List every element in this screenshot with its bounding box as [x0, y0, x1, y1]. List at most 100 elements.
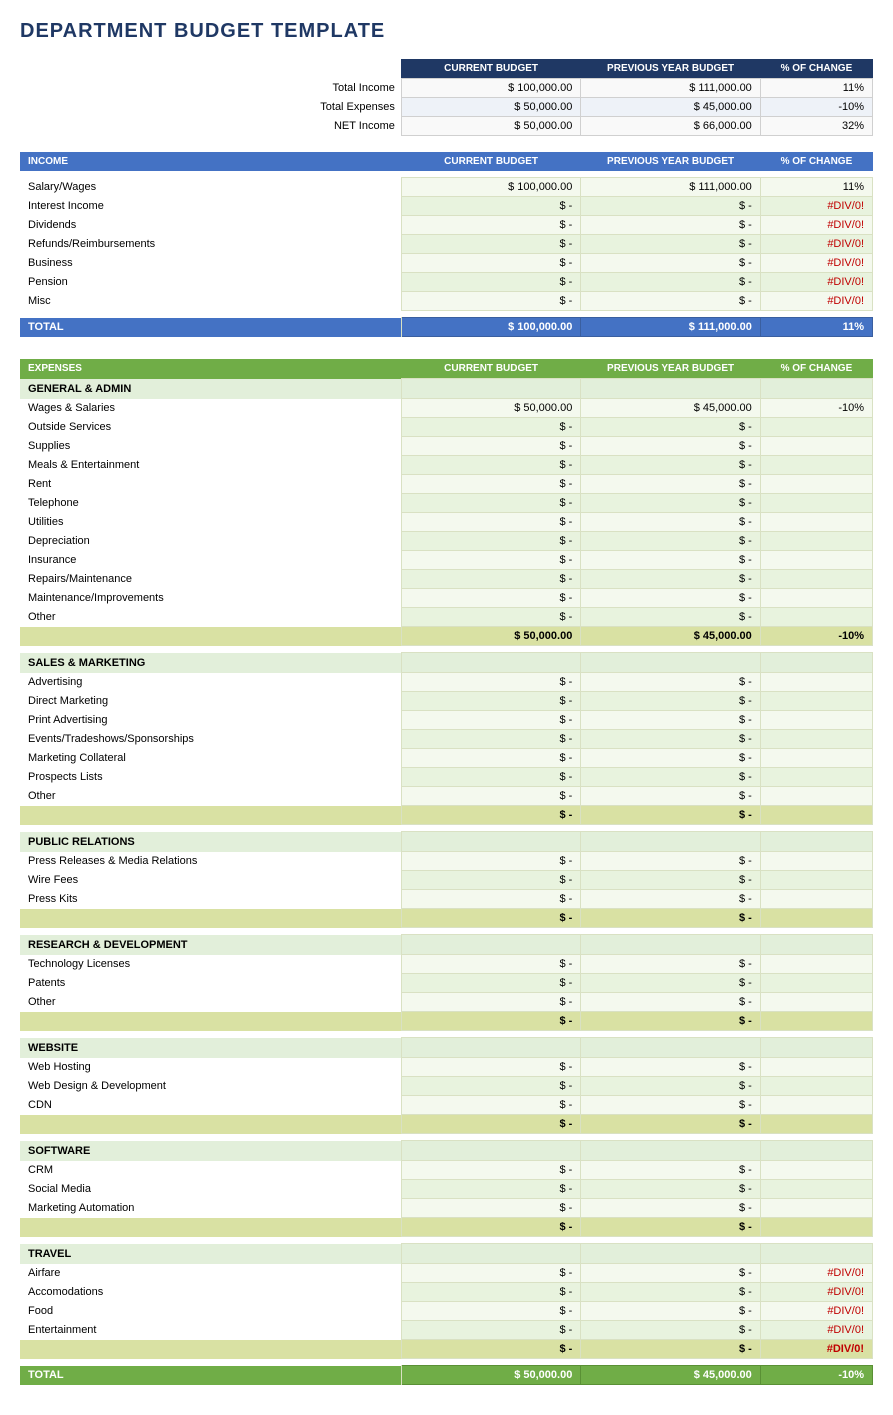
- income-header-change: % OF CHANGE: [760, 152, 872, 171]
- subsection-header-label: PUBLIC RELATIONS: [20, 832, 401, 852]
- summary-change: -10%: [760, 98, 872, 117]
- subsection-subtotal-current: $ -: [401, 1218, 580, 1237]
- expense-row-label: Marketing Collateral: [20, 749, 401, 768]
- subsection-subtotal-previous: $ -: [581, 1012, 760, 1031]
- expense-current: $ -: [401, 711, 580, 730]
- subsection-subtotal-label: [20, 1218, 401, 1237]
- subsection-subtotal-previous: $ -: [581, 909, 760, 928]
- expense-current: $ -: [401, 955, 580, 974]
- expense-previous: $ -: [581, 494, 760, 513]
- expense-change: [760, 1096, 872, 1115]
- subsection-subtotal-label: [20, 1115, 401, 1134]
- expense-current: $ -: [401, 1161, 580, 1180]
- expense-current: $ -: [401, 787, 580, 806]
- expense-row-label: Web Hosting: [20, 1058, 401, 1077]
- expense-change: [760, 1077, 872, 1096]
- income-previous: $ -: [581, 216, 760, 235]
- expense-current: $ -: [401, 513, 580, 532]
- expense-row-label: Utilities: [20, 513, 401, 532]
- expenses-header-change: % OF CHANGE: [760, 359, 872, 379]
- income-current: $ -: [401, 216, 580, 235]
- summary-previous: $ 45,000.00: [581, 98, 760, 117]
- expense-row-label: Wages & Salaries: [20, 399, 401, 418]
- summary-row-label: Total Expenses: [20, 98, 401, 117]
- expense-change: #DIV/0!: [760, 1302, 872, 1321]
- expense-current: $ -: [401, 852, 580, 871]
- income-section-header: INCOME: [20, 152, 401, 171]
- subsection-subtotal-label: [20, 627, 401, 646]
- expense-row-label: Other: [20, 993, 401, 1012]
- subsection-subtotal-current: $ -: [401, 1115, 580, 1134]
- expense-current: $ -: [401, 673, 580, 692]
- income-header-previous: PREVIOUS YEAR BUDGET: [581, 152, 760, 171]
- expense-previous: $ -: [581, 711, 760, 730]
- subsection-subtotal-previous: $ 45,000.00: [581, 627, 760, 646]
- income-change: #DIV/0!: [760, 197, 872, 216]
- summary-change: 32%: [760, 117, 872, 136]
- expenses-total-current: $ 50,000.00: [401, 1366, 580, 1385]
- expense-row-label: Print Advertising: [20, 711, 401, 730]
- expense-change: [760, 1180, 872, 1199]
- expense-row-label: Accomodations: [20, 1283, 401, 1302]
- expense-previous: $ -: [581, 955, 760, 974]
- expense-change: [760, 1199, 872, 1218]
- expense-current: $ -: [401, 1077, 580, 1096]
- expense-previous: $ -: [581, 749, 760, 768]
- expense-row-label: Other: [20, 608, 401, 627]
- summary-header-current: CURRENT BUDGET: [401, 59, 580, 79]
- summary-current: $ 50,000.00: [401, 117, 580, 136]
- expense-change: [760, 570, 872, 589]
- income-total-label: TOTAL: [20, 318, 401, 337]
- summary-row-label: NET Income: [20, 117, 401, 136]
- subsection-subtotal-previous: $ -: [581, 1218, 760, 1237]
- expense-current: $ -: [401, 1199, 580, 1218]
- income-row-label: Interest Income: [20, 197, 401, 216]
- expense-previous: $ -: [581, 1321, 760, 1340]
- expense-previous: $ -: [581, 673, 760, 692]
- expense-current: $ 50,000.00: [401, 399, 580, 418]
- expense-change: [760, 768, 872, 787]
- expense-previous: $ -: [581, 730, 760, 749]
- subsection-header-label: SOFTWARE: [20, 1141, 401, 1161]
- expense-current: $ -: [401, 1180, 580, 1199]
- income-row-label: Misc: [20, 292, 401, 311]
- subsection-subtotal-change: [760, 806, 872, 825]
- subsection-header-label: RESEARCH & DEVELOPMENT: [20, 935, 401, 955]
- expense-change: [760, 1161, 872, 1180]
- expense-change: [760, 852, 872, 871]
- expense-row-label: CDN: [20, 1096, 401, 1115]
- page-title: DEPARTMENT BUDGET TEMPLATE: [20, 20, 873, 43]
- expense-row-label: Direct Marketing: [20, 692, 401, 711]
- expense-change: [760, 730, 872, 749]
- expense-previous: $ -: [581, 437, 760, 456]
- summary-header-previous: PREVIOUS YEAR BUDGET: [581, 59, 760, 79]
- income-change: #DIV/0!: [760, 254, 872, 273]
- expense-current: $ -: [401, 890, 580, 909]
- expenses-header-current: CURRENT BUDGET: [401, 359, 580, 379]
- summary-previous: $ 111,000.00: [581, 79, 760, 98]
- income-change: #DIV/0!: [760, 292, 872, 311]
- expense-row-label: Outside Services: [20, 418, 401, 437]
- expense-change: [760, 589, 872, 608]
- summary-table: CURRENT BUDGET PREVIOUS YEAR BUDGET % OF…: [20, 59, 873, 136]
- expense-current: $ -: [401, 570, 580, 589]
- expense-row-label: Supplies: [20, 437, 401, 456]
- expense-previous: $ 45,000.00: [581, 399, 760, 418]
- expense-change: [760, 955, 872, 974]
- expense-row-label: Entertainment: [20, 1321, 401, 1340]
- expense-current: $ -: [401, 768, 580, 787]
- subsection-header-label: WEBSITE: [20, 1038, 401, 1058]
- expense-previous: $ -: [581, 871, 760, 890]
- expense-row-label: Events/Tradeshows/Sponsorships: [20, 730, 401, 749]
- expense-previous: $ -: [581, 1180, 760, 1199]
- expense-change: #DIV/0!: [760, 1321, 872, 1340]
- expense-change: [760, 890, 872, 909]
- income-row-label: Salary/Wages: [20, 178, 401, 197]
- expense-row-label: Patents: [20, 974, 401, 993]
- income-total-previous: $ 111,000.00: [581, 318, 760, 337]
- income-previous: $ -: [581, 292, 760, 311]
- income-current: $ -: [401, 235, 580, 254]
- expenses-total-change: -10%: [760, 1366, 872, 1385]
- expense-current: $ -: [401, 475, 580, 494]
- subsection-subtotal-change: [760, 909, 872, 928]
